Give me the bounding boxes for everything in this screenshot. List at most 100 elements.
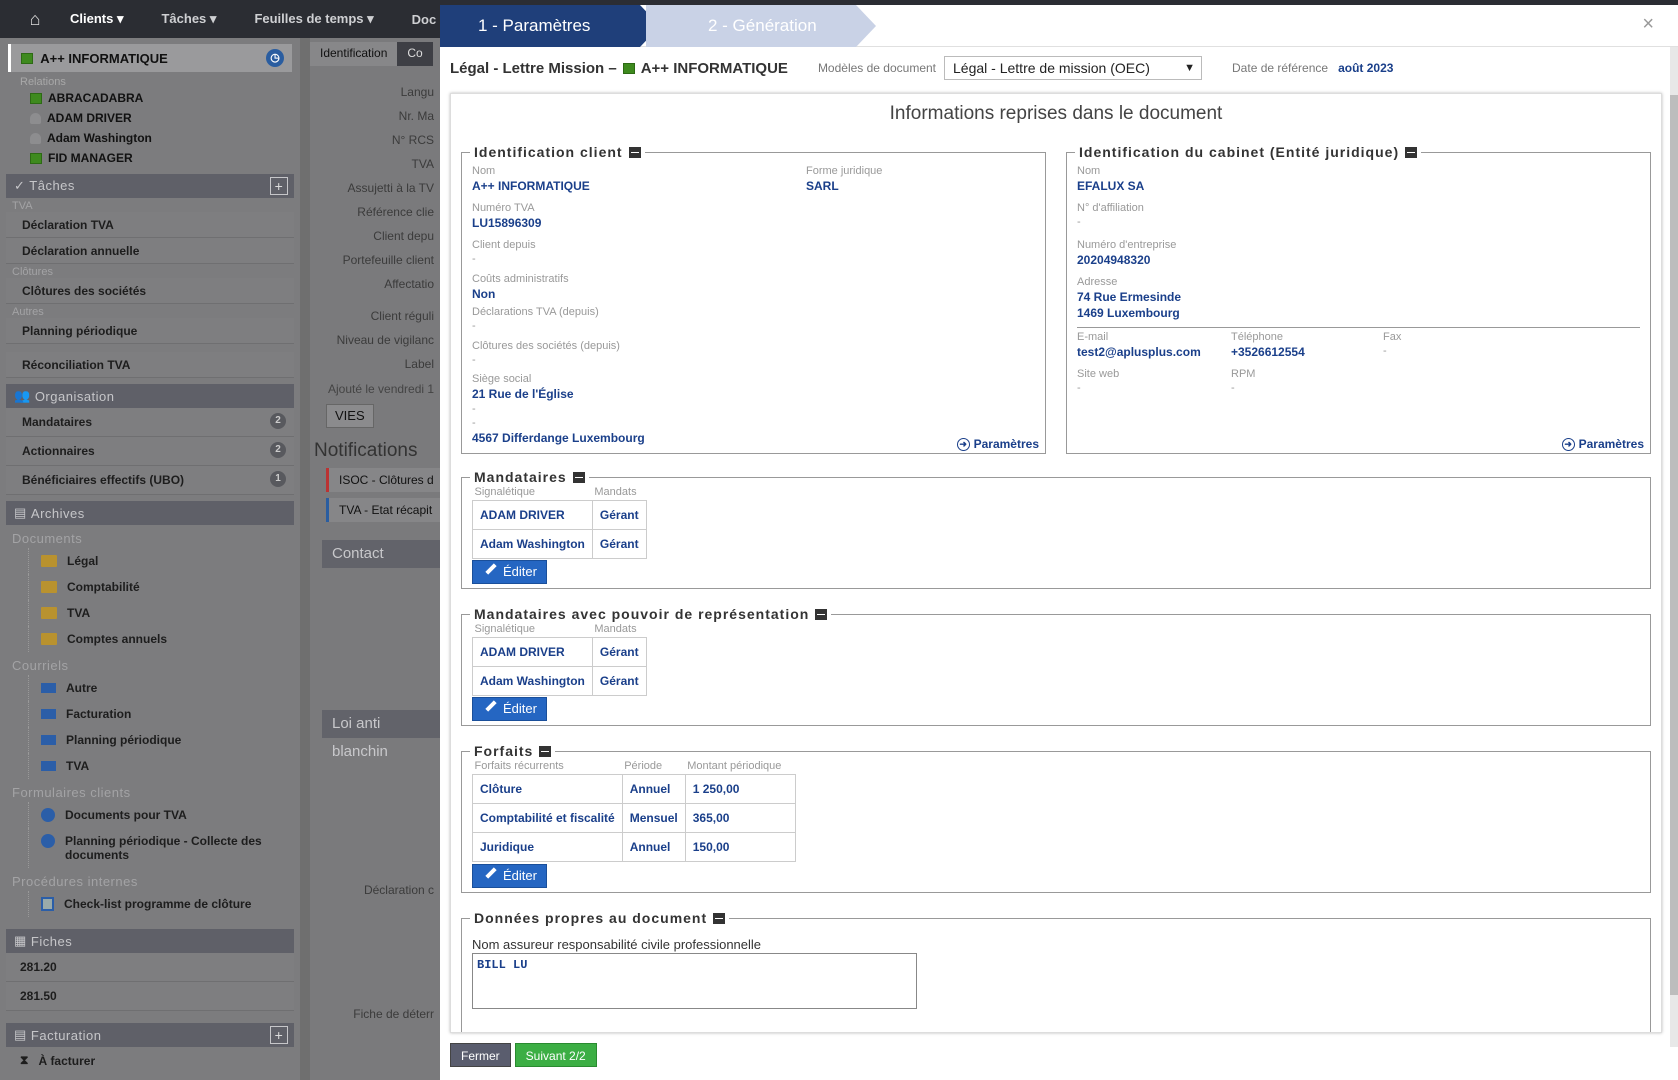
edit-mandataires-pouvoir-button[interactable]: Éditer [472,697,547,721]
menu-clients[interactable]: Clients ▾ [70,11,123,27]
edit-forfaits-button[interactable]: Éditer [472,864,547,888]
relation-item[interactable]: Adam Washington [0,128,300,148]
collapse-icon[interactable] [572,471,585,483]
mail-item[interactable]: Planning périodique [28,727,300,753]
relation-item[interactable]: FID MANAGER [0,148,300,168]
notifications-title: Notifications [314,440,418,461]
edit-mandataires-button[interactable]: Éditer [472,560,547,584]
fiche-item[interactable]: 281.50 [6,982,294,1011]
column-header: Période [624,760,663,772]
field-label: Adresse [1077,276,1118,288]
cabinet-parametres-link[interactable]: ➜ Paramètres [1561,437,1644,451]
courriels-group: Courriels [12,658,69,673]
org-item[interactable]: Mandataires 2 [6,408,294,437]
step-generation[interactable]: 2 - Génération [646,5,876,47]
selected-client[interactable]: A++ INFORMATIQUE ◷ [8,44,292,72]
add-icon[interactable]: + [270,1026,288,1044]
field-value: test2@aplusplus.com [1077,345,1201,359]
table-row: ADAM DRIVER Gérant [472,500,647,530]
relation-item[interactable]: ADAM DRIVER [0,108,300,128]
form-item[interactable]: Documents pour TVA [28,802,300,828]
document-folder[interactable]: Légal [28,548,300,574]
relation-item[interactable]: ABRACADABRA [0,88,300,108]
collapse-icon[interactable] [628,146,641,158]
fiche-item[interactable]: 281.20 [6,953,294,982]
section-facturation[interactable]: ▤ Facturation + [6,1023,294,1047]
mail-item[interactable]: Autre [28,675,300,701]
mail-item[interactable]: Facturation [28,701,300,727]
documents-group: Documents [12,531,83,546]
document-folder[interactable]: Comptabilité [28,574,300,600]
field-label: Fax [1383,331,1402,343]
org-item[interactable]: Actionnaires 2 [6,437,294,466]
field-label: Déclaration c [363,883,434,897]
collapse-icon[interactable] [815,608,828,620]
procedure-item[interactable]: Check-list programme de clôture [28,891,300,917]
collapse-icon[interactable] [713,912,726,924]
close-button[interactable]: Fermer [450,1043,511,1067]
section-taches[interactable]: ✓ Tâches + [6,174,294,198]
donnees-panel: Données propres au document Nom assureur… [461,910,1651,1032]
field-label: Nr. Ma [398,109,434,123]
section-organisation[interactable]: 👥 Organisation [6,384,294,408]
model-select[interactable]: Légal - Lettre de mission (OEC) ▼ [944,56,1203,80]
collapse-icon[interactable] [539,745,552,757]
field-value: EFALUX SA [1077,179,1145,193]
timer-icon[interactable]: ◷ [266,49,284,67]
panel-legend: Mandataires avec pouvoir de représentati… [474,606,810,622]
vies-button[interactable]: VIES [326,404,374,428]
insurer-textarea[interactable]: BILL LU [472,953,917,1009]
task-item[interactable]: Déclaration TVA [6,212,294,238]
field-value: - [472,417,476,429]
menu-feuilles-de-temps[interactable]: Feuilles de temps ▾ [254,11,373,27]
arrow-right-icon: ➜ [1561,437,1575,451]
close-icon[interactable]: × [1642,13,1654,36]
mail-label: TVA [66,759,90,773]
table-cell: 365,00 [684,803,796,833]
tab-identification[interactable]: Identification [310,42,398,66]
tab-co[interactable]: Co [397,42,433,66]
document-folder[interactable]: TVA [28,600,300,626]
insurer-label: Nom assureur responsabilité civile profe… [472,937,762,952]
people-icon: 👥 [14,388,35,403]
document-wizard-dialog: 1 - Paramètres 2 - Génération × Légal - … [440,5,1678,1080]
org-item[interactable]: Bénéficiaires effectifs (UBO) 1 [6,466,294,495]
section-fiches[interactable]: ▦ Fiches [6,929,294,953]
section-title: Archives [30,505,85,521]
scrollbar[interactable] [1670,47,1678,1047]
client-detail-pane: Identification Co Langu Nr. Ma N° RCS TV… [310,38,440,1080]
date-value[interactable]: août 2023 [1338,61,1393,75]
section-archives[interactable]: ▤ Archives [6,501,294,525]
next-button[interactable]: Suivant 2/2 [514,1043,597,1067]
notification-item[interactable]: TVA - Etat récapit [326,498,440,522]
form-label: Documents pour TVA [65,808,187,822]
mandataires-pouvoir-table: Signalétique Mandats ADAM DRIVER Gérant Ad… [472,623,647,696]
person-icon [30,132,41,144]
table-row: Clôture Annuel 1 250,00 [472,774,796,804]
task-item[interactable]: Déclaration annuelle [6,238,294,264]
step-parametres[interactable]: 1 - Paramètres [440,5,660,47]
mail-item[interactable]: TVA [28,753,300,779]
document-folder[interactable]: Comptes annuels [28,626,300,652]
category-label: Clôtures [12,266,53,278]
scrollbar-thumb[interactable] [1670,95,1678,995]
folder-icon [41,633,57,645]
panel-legend: Identification du cabinet (Entité juridi… [1079,144,1400,160]
collapse-icon[interactable] [1405,146,1418,158]
task-item[interactable]: Planning périodique [6,318,294,344]
home-icon[interactable]: ⌂ [0,9,70,30]
task-item[interactable]: Réconciliation TVA [6,352,294,378]
facturation-item[interactable]: ⧗ À facturer [8,1047,300,1074]
field-label: N° RCS [391,133,434,147]
add-icon[interactable]: + [270,177,288,195]
menu-taches[interactable]: Tâches ▾ [161,11,216,27]
field-value: 1469 Luxembourg [1077,306,1180,320]
notification-item[interactable]: ISOC - Clôtures d [326,468,440,492]
field-label: Siège social [472,373,532,385]
form-item[interactable]: Planning périodique - Collecte des docum… [28,828,300,868]
field-label: Fiche de déterr [353,1007,434,1021]
menu-documents[interactable]: Doc [412,12,437,27]
task-item[interactable]: Clôtures des sociétés [6,278,294,304]
field-label: E-mail [1077,331,1109,343]
client-parametres-link[interactable]: ➜ Paramètres [956,437,1039,451]
